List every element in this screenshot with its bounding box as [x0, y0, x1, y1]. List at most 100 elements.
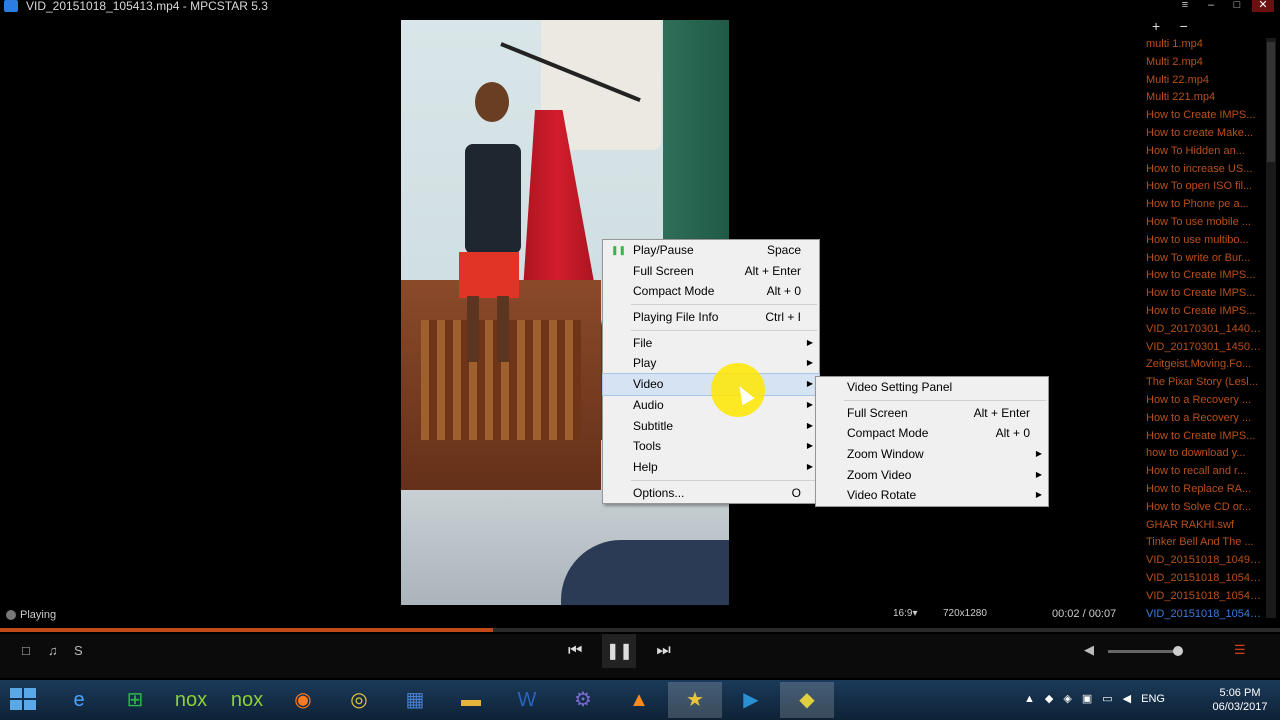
taskbar-clock[interactable]: 5:06 PM 06/03/2017	[1205, 686, 1275, 714]
playlist-item[interactable]: multi 1.mp4	[1146, 36, 1264, 54]
taskbar-app-icon[interactable]: ★	[668, 682, 722, 718]
submenu-item-zoom-video[interactable]: Zoom Video ▶	[816, 465, 1048, 486]
volume-slider[interactable]	[1108, 646, 1183, 656]
playlist-item[interactable]: VID_20170301_14505...	[1146, 339, 1264, 357]
toggle-playlist-icon[interactable]: □	[22, 643, 30, 658]
playlist-item[interactable]: How to increase US...	[1146, 161, 1264, 179]
close-icon[interactable]: ✕	[1252, 0, 1274, 12]
playlist-item[interactable]: How to a Recovery ...	[1146, 392, 1264, 410]
pause-button[interactable]: ❚❚	[602, 634, 637, 668]
taskbar-app-icon[interactable]: ◎	[332, 682, 386, 718]
playlist-item[interactable]: Multi 2.mp4	[1146, 54, 1264, 72]
playlist-scrollbar[interactable]	[1266, 38, 1276, 618]
subtitle-icon[interactable]: S	[74, 643, 83, 658]
network-icon[interactable]: ▭	[1102, 692, 1112, 705]
taskbar-app-icon[interactable]: ◉	[276, 682, 330, 718]
list-icon[interactable]: ≡	[1174, 0, 1196, 12]
playlist-item[interactable]: How to Create IMPS...	[1146, 107, 1264, 125]
playlist-item[interactable]: how to download y...	[1146, 445, 1264, 463]
aspect-ratio-selector[interactable]: 16:9▾	[893, 608, 917, 619]
mute-icon[interactable]: ◀	[1084, 642, 1094, 658]
playlist-item[interactable]: How to Create IMPS...	[1146, 285, 1264, 303]
submenu-item-video-setting-panel[interactable]: Video Setting Panel	[816, 377, 1048, 398]
next-button[interactable]: ⏭	[656, 642, 670, 660]
start-button[interactable]	[10, 688, 38, 712]
menu-item-compact-mode[interactable]: Compact Mode Alt + 0	[603, 281, 819, 302]
taskbar-app-icon[interactable]: e	[52, 682, 106, 718]
time-display: 00:02 / 00:07	[1052, 608, 1117, 620]
submenu-arrow-icon: ▶	[806, 358, 813, 368]
taskbar-app-icon[interactable]: W	[500, 682, 554, 718]
playlist-item[interactable]: Multi 22.mp4	[1146, 72, 1264, 90]
menu-item-options[interactable]: Options... O	[603, 483, 819, 504]
submenu-item-video-rotate[interactable]: Video Rotate ▶	[816, 485, 1048, 506]
playlist-item[interactable]: How to Create IMPS...	[1146, 267, 1264, 285]
playlist-item[interactable]: VID_20170301_14403...	[1146, 321, 1264, 339]
tray-app-icon[interactable]: ◆	[1045, 692, 1053, 705]
playlist-item[interactable]: Multi 221.mp4	[1146, 89, 1264, 107]
control-bar: □ ♫ S ⏮ ❚❚ ⏭ ◀ ☰	[0, 634, 1280, 678]
taskbar-app-icon[interactable]: ⊞	[108, 682, 162, 718]
playlist-item[interactable]: How to Create IMPS...	[1146, 303, 1264, 321]
playlist-item[interactable]: VID_20151018_10541...	[1146, 588, 1264, 606]
submenu-item-full-screen[interactable]: Full Screen Alt + Enter	[816, 403, 1048, 424]
taskbar-app-icon[interactable]: ▲	[612, 682, 666, 718]
taskbar-app-icon[interactable]: ⚙	[556, 682, 610, 718]
menu-item-file[interactable]: File ▶	[603, 333, 819, 354]
submenu-item-zoom-window[interactable]: Zoom Window ▶	[816, 444, 1048, 465]
playlist-item[interactable]: How to a Recovery ...	[1146, 410, 1264, 428]
menu-item-help[interactable]: Help ▶	[603, 457, 819, 478]
taskbar-app-icon[interactable]: nox	[220, 682, 274, 718]
playlist-item[interactable]: How To Hidden an...	[1146, 143, 1264, 161]
taskbar-app-icon[interactable]: ▦	[388, 682, 442, 718]
seek-bar[interactable]	[0, 628, 1280, 632]
tray-app-icon[interactable]: ▣	[1082, 692, 1092, 705]
submenu-item-compact-mode[interactable]: Compact Mode Alt + 0	[816, 423, 1048, 444]
taskbar-app-icon[interactable]: ▶	[724, 682, 778, 718]
taskbar-apps: e ⊞ nox nox ◉ ◎ ▦ ▬ W ⚙ ▲ ★ ▶ ◆	[52, 682, 834, 718]
menu-item-full-screen[interactable]: Full Screen Alt + Enter	[603, 261, 819, 282]
title-bar: VID_20151018_105413.mp4 - MPCSTAR 5.3 ≡ …	[0, 0, 1280, 14]
audio-icon[interactable]: ♫	[48, 643, 58, 658]
minimize-icon[interactable]: –	[1200, 0, 1222, 12]
previous-button[interactable]: ⏮	[568, 642, 582, 660]
menu-separator	[631, 304, 817, 306]
taskbar-app-icon[interactable]: ▬	[444, 682, 498, 718]
taskbar-app-icon[interactable]: ◆	[780, 682, 834, 718]
playlist-item[interactable]: How To use mobile ...	[1146, 214, 1264, 232]
playlist-item[interactable]: GHAR RAKHI.swf	[1146, 517, 1264, 535]
menu-icon[interactable]: ☰	[1234, 642, 1246, 658]
playlist-remove-button[interactable]: −	[1180, 18, 1188, 34]
playlist-item[interactable]: How to Create IMPS...	[1146, 428, 1264, 446]
tray-expand-icon[interactable]: ▲	[1024, 693, 1035, 705]
playlist-item[interactable]: How to Replace RA...	[1146, 481, 1264, 499]
playlist-item[interactable]: How To open ISO fil...	[1146, 178, 1264, 196]
playlist-item[interactable]: VID_20151018_10490...	[1146, 552, 1264, 570]
play-state-label: Playing	[20, 609, 57, 621]
maximize-icon[interactable]: □	[1226, 0, 1248, 12]
volume-icon[interactable]: ◀	[1123, 692, 1131, 705]
playlist-item[interactable]: How to recall and r...	[1146, 463, 1264, 481]
playlist-item[interactable]: Zeitgeist.Moving.Fo...	[1146, 356, 1264, 374]
playlist-item[interactable]: How to Solve CD or...	[1146, 499, 1264, 517]
menu-item-audio[interactable]: Audio ▶	[603, 395, 819, 416]
menu-item-play-pause[interactable]: ❚❚ Play/Pause Space	[603, 240, 819, 261]
playlist-item[interactable]: How to Phone pe a...	[1146, 196, 1264, 214]
taskbar-app-icon[interactable]: nox	[164, 682, 218, 718]
playlist-item[interactable]: How to use multibo...	[1146, 232, 1264, 250]
menu-item-tools[interactable]: Tools ▶	[603, 436, 819, 457]
tray-app-icon[interactable]: ◈	[1063, 692, 1071, 705]
playlist-item[interactable]: The Pixar Story (Lesl...	[1146, 374, 1264, 392]
volume-knob[interactable]	[1172, 646, 1183, 656]
playlist-item[interactable]: How to create Make...	[1146, 125, 1264, 143]
playlist-item[interactable]: VID_20151018_10541...	[1146, 570, 1264, 588]
language-indicator[interactable]: ENG	[1141, 693, 1165, 705]
playlist-add-button[interactable]: +	[1152, 18, 1160, 34]
menu-item-playing-file-info[interactable]: Playing File Info Ctrl + I	[603, 307, 819, 328]
playlist-item[interactable]: How To write or Bur...	[1146, 250, 1264, 268]
playlist-item[interactable]: Tinker Bell And The ...	[1146, 534, 1264, 552]
taskbar: e ⊞ nox nox ◉ ◎ ▦ ▬ W ⚙ ▲ ★ ▶ ◆ ▲ ◆ ◈ ▣ ▭ ◀ ENG 5:06 …	[0, 680, 1280, 720]
menu-item-subtitle[interactable]: Subtitle ▶	[603, 416, 819, 437]
menu-item-play[interactable]: Play ▶	[603, 353, 819, 374]
submenu-arrow-icon: ▶	[1035, 490, 1042, 500]
